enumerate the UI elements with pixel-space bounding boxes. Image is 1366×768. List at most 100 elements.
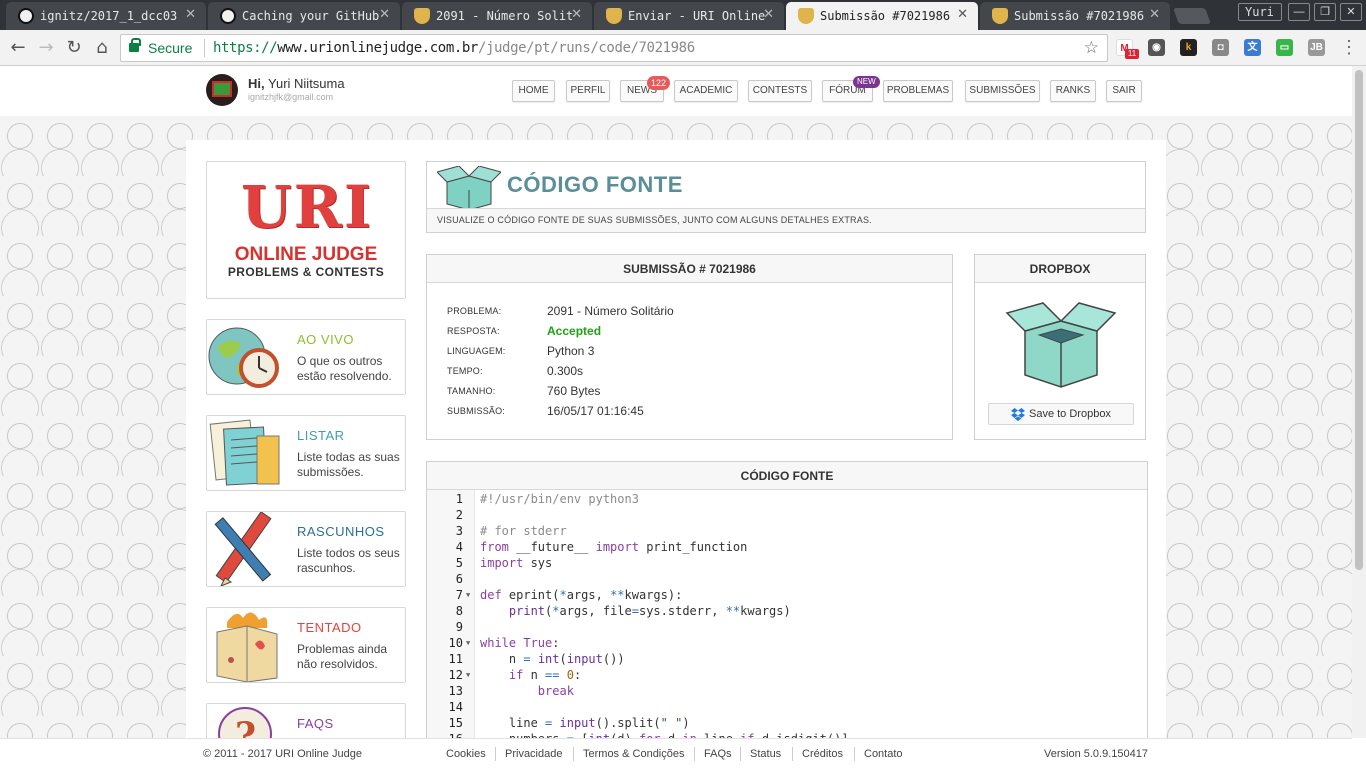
code-line: 5 import sys — [427, 555, 1147, 571]
paper-list-icon — [209, 419, 280, 486]
restore-icon[interactable]: ❐ — [1314, 3, 1336, 21]
save-to-dropbox-button[interactable]: Save to Dropbox — [988, 403, 1134, 425]
uri-trophy-icon — [992, 8, 1008, 24]
dropbox-box-icon — [1005, 302, 1117, 388]
close-icon[interactable]: ✕ — [571, 7, 582, 22]
translate-icon[interactable]: 文 — [1244, 39, 1261, 56]
footer-link-faqs[interactable]: FAQs — [704, 748, 732, 760]
close-icon[interactable]: ✕ — [379, 7, 390, 22]
logo-online-judge: ONLINE JUDGE — [234, 244, 378, 265]
line-number: 13 — [448, 684, 463, 698]
save-to-dropbox-label: Save to Dropbox — [1029, 408, 1111, 420]
code-text: # for stderr — [480, 524, 567, 538]
user-greeting: Hi, Yuri Niitsuma — [248, 76, 345, 91]
nav-home[interactable]: HOME — [512, 80, 555, 102]
line-number: 3 — [455, 524, 463, 538]
new-tab-button[interactable] — [1173, 8, 1211, 24]
avatar[interactable] — [206, 74, 238, 106]
footer-link-creditos[interactable]: Créditos — [802, 748, 843, 760]
dropbox-heading: DROPBOX — [975, 255, 1145, 283]
code-text: #!/usr/bin/env python3 — [480, 492, 639, 506]
close-icon[interactable]: ✕ — [1149, 7, 1160, 22]
camera-icon[interactable]: ◘ — [1212, 39, 1229, 56]
nav-perfil[interactable]: PERFIL — [566, 80, 610, 102]
footer-link-cookies[interactable]: Cookies — [446, 748, 486, 760]
sidebar-card-rascunhos[interactable]: RASCUNHOS Liste todos os seus rascunhos. — [206, 511, 406, 587]
tv-extension-icon[interactable]: ▭ — [1276, 39, 1293, 56]
sidebar-card-ao-vivo[interactable]: AO VIVO O que os outros estão resolvendo… — [206, 319, 406, 395]
close-icon[interactable]: ✕ — [763, 7, 774, 22]
bookmark-star-icon[interactable]: ☆ — [1084, 38, 1099, 58]
problem-value[interactable]: 2091 - Número Solitário — [547, 304, 674, 318]
tab-title: Enviar - URI Online — [628, 9, 766, 23]
browser-tab[interactable]: 2091 - Número Solit ✕ — [402, 2, 592, 30]
code-line: 8 print(*args, file=sys.stderr, **kwargs… — [427, 603, 1147, 619]
nav-problemas[interactable]: PROBLEMAS — [883, 80, 953, 102]
divider — [740, 747, 741, 761]
browser-tab[interactable]: Submissão #7021986 ✕ — [980, 2, 1170, 30]
footer-link-status[interactable]: Status — [750, 748, 781, 760]
fold-arrow-icon[interactable]: ▼ — [466, 635, 470, 651]
line-number: 8 — [455, 604, 463, 618]
divider — [694, 747, 695, 761]
footer-link-termos[interactable]: Termos & Condições — [583, 748, 685, 760]
sidebar-desc: O que os outros estão resolvendo. — [297, 354, 392, 383]
answer-value: Accepted — [547, 324, 602, 338]
line-number: 10 — [448, 636, 463, 650]
close-icon[interactable]: ✕ — [957, 7, 968, 22]
dropbox-icon — [1011, 408, 1025, 421]
close-window-icon[interactable]: ✕ — [1340, 3, 1362, 21]
line-number: 12 — [448, 668, 463, 682]
submission-date-value: 16/05/17 01:16:45 — [547, 404, 644, 418]
line-number: 7 — [455, 588, 463, 602]
tab-title: Submissão #7021986 — [1014, 9, 1145, 23]
box-icon — [437, 166, 501, 210]
address-bar[interactable]: Secure https://www.urionlinejudge.com.br… — [120, 34, 1108, 62]
lock-icon — [129, 38, 141, 52]
footer-link-privacidade[interactable]: Privacidade — [505, 748, 562, 760]
tab-title: ignitz/2017_1_dcc03 — [40, 9, 178, 23]
sidebar-card-listar[interactable]: LISTAR Liste todas as suas submissões. — [206, 415, 406, 491]
code-line: 12 ▼ if n == 0: — [427, 667, 1147, 683]
back-icon[interactable]: ← — [7, 37, 29, 59]
footer-link-contato[interactable]: Contato — [864, 748, 903, 760]
line-number: 6 — [455, 572, 463, 586]
fold-arrow-icon[interactable]: ▼ — [466, 587, 470, 603]
forum-new-badge: NEW — [853, 76, 880, 88]
home-icon[interactable]: ⌂ — [91, 37, 113, 59]
forward-icon[interactable]: → — [35, 37, 57, 59]
browser-tab[interactable]: ignitz/2017_1_dcc03 ✕ — [6, 2, 206, 30]
nav-ranks[interactable]: RANKS — [1050, 80, 1096, 102]
sidebar-desc: Problemas ainda não resolvidos. — [297, 642, 388, 671]
browser-tab[interactable]: Enviar - URI Online ✕ — [594, 2, 784, 30]
k-extension-icon[interactable]: k — [1180, 39, 1197, 56]
code-line: 11 n = int(input()) — [427, 651, 1147, 667]
browser-tab[interactable]: Caching your GitHub ✕ — [208, 2, 400, 30]
scrollbar-thumb[interactable] — [1355, 70, 1363, 570]
code-line: 3 # for stderr — [427, 523, 1147, 539]
code-text: break — [537, 684, 574, 698]
lightbulb-extension-icon[interactable]: ◉ — [1148, 39, 1165, 56]
sidebar-card-tentado[interactable]: TENTADO Problemas ainda não resolvidos. — [206, 607, 406, 683]
divider — [573, 747, 574, 761]
browser-tab-active[interactable]: Submissão #7021986 ✕ — [786, 2, 978, 30]
code-line: 7 ▼ def eprint(*args, **kwargs): — [427, 587, 1147, 603]
nav-academic[interactable]: ACADEMIC — [674, 80, 738, 102]
minimize-icon[interactable]: — — [1288, 3, 1310, 21]
menu-kebab-icon[interactable]: ⋮ — [1340, 37, 1358, 58]
logo-tagline: PROBLEMS & CONTESTS — [227, 265, 385, 279]
nav-submissoes[interactable]: SUBMISSÕES — [965, 80, 1040, 102]
jb-extension-icon[interactable]: JB — [1308, 39, 1325, 56]
code-line: 9 — [427, 619, 1147, 635]
nav-sair[interactable]: SAIR — [1106, 80, 1142, 102]
sidebar-desc: Liste todos os seus rascunhos. — [297, 546, 400, 575]
footer-version: Version 5.0.9.150417 — [1044, 748, 1148, 760]
close-icon[interactable]: ✕ — [185, 7, 196, 22]
nav-contests[interactable]: CONTESTS — [748, 80, 812, 102]
reload-icon[interactable]: ↻ — [63, 37, 85, 59]
fold-arrow-icon[interactable]: ▼ — [466, 667, 470, 683]
code-heading: CÓDIGO FONTE — [427, 462, 1147, 490]
profile-chip[interactable]: Yuri — [1238, 3, 1282, 21]
code-line: 4 from __future__ import print_function — [427, 539, 1147, 555]
site-logo[interactable]: URI ONLINE JUDGE PROBLEMS & CONTESTS — [206, 161, 406, 299]
